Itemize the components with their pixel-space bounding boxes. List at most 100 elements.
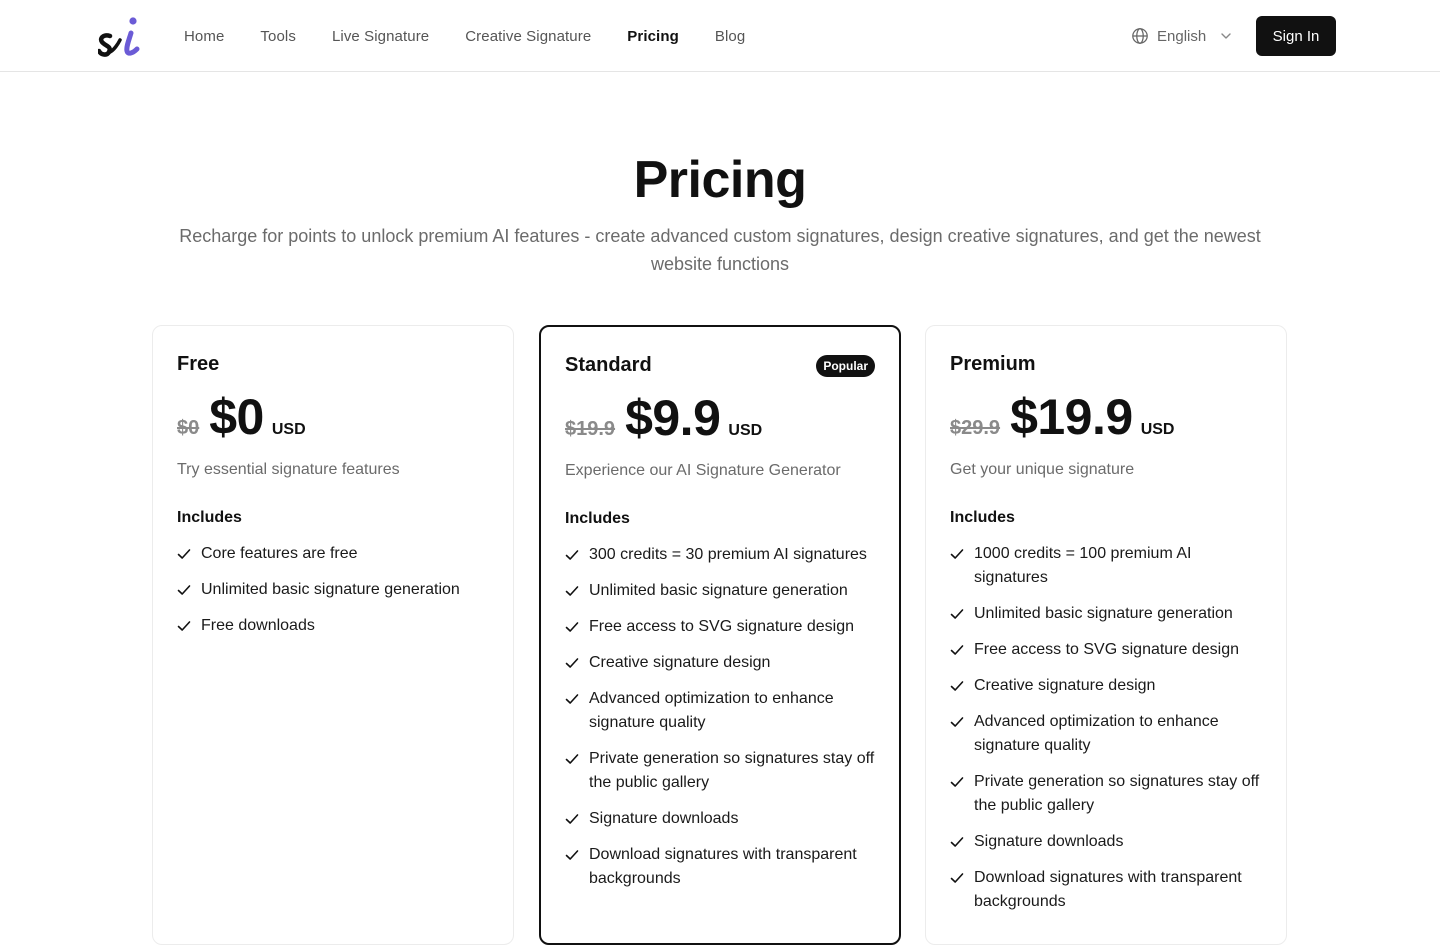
old-price: $19.9 — [565, 418, 616, 440]
check-icon — [565, 550, 579, 560]
price-row: $0 $0 USD — [177, 388, 306, 446]
check-icon — [565, 622, 579, 632]
plan-description: Try essential signature features — [177, 461, 400, 478]
check-icon — [565, 850, 579, 860]
old-price: $29.9 — [950, 417, 1001, 439]
plan-name: Standard — [565, 354, 652, 376]
nav-tools[interactable]: Tools — [260, 28, 296, 45]
feature-item: Unlimited basic signature generation — [565, 579, 875, 603]
feature-item: Signature downloads — [565, 807, 875, 831]
includes-heading: Includes — [950, 509, 1015, 526]
check-icon — [565, 814, 579, 824]
feature-list: 300 credits = 30 premium AI signatures Un… — [565, 543, 875, 903]
feature-item: Free access to SVG signature design — [565, 615, 875, 639]
check-icon — [950, 777, 964, 787]
feature-item: Free access to SVG signature design — [950, 638, 1262, 662]
language-label: English — [1157, 27, 1207, 45]
plan-card-standard: Standard Popular $19.9 $9.9 USD Experien… — [539, 325, 901, 945]
check-icon — [565, 754, 579, 764]
page-title: Pricing — [633, 151, 807, 209]
site-header: Home Tools Live Signature Creative Signa… — [0, 0, 1440, 72]
feature-item: Download signatures with transparent bac… — [565, 843, 875, 891]
feature-text: Unlimited basic signature generation — [974, 605, 1233, 622]
feature-item: Advanced optimization to enhance signatu… — [565, 687, 875, 735]
feature-text: Download signatures with transparent bac… — [974, 869, 1242, 910]
check-icon — [950, 609, 964, 619]
check-icon — [177, 549, 191, 559]
plan-name: Premium — [950, 353, 1036, 375]
currency: USD — [1140, 421, 1175, 438]
feature-text: Core features are free — [201, 545, 358, 562]
currency: USD — [271, 421, 306, 438]
feature-item: Private generation so signatures stay of… — [950, 770, 1262, 818]
check-icon — [565, 586, 579, 596]
plan-name: Free — [177, 353, 220, 375]
si-logo-icon[interactable] — [96, 14, 144, 58]
includes-heading: Includes — [177, 509, 242, 526]
language-selector[interactable]: English — [1131, 24, 1232, 48]
check-icon — [565, 658, 579, 668]
check-icon — [950, 549, 964, 559]
feature-item: Signature downloads — [950, 830, 1262, 854]
feature-text: Free downloads — [201, 617, 315, 634]
currency: USD — [728, 422, 763, 439]
sign-in-button[interactable]: Sign In — [1256, 16, 1336, 56]
feature-text: Signature downloads — [589, 810, 739, 827]
check-icon — [950, 873, 964, 883]
feature-text: Unlimited basic signature generation — [589, 582, 848, 599]
nav-pricing[interactable]: Pricing — [627, 28, 679, 45]
price-row: $19.9 $9.9 USD — [565, 389, 762, 447]
feature-item: Advanced optimization to enhance signatu… — [950, 710, 1262, 758]
plan-description: Get your unique signature — [950, 461, 1135, 478]
check-icon — [950, 645, 964, 655]
feature-text: 300 credits = 30 premium AI signatures — [589, 546, 867, 563]
includes-heading: Includes — [565, 510, 630, 527]
feature-text: Private generation so signatures stay of… — [589, 750, 875, 791]
feature-text: Download signatures with transparent bac… — [589, 846, 857, 887]
feature-item: Core features are free — [177, 542, 489, 566]
feature-item: Creative signature design — [565, 651, 875, 675]
old-price: $0 — [177, 417, 200, 439]
globe-icon — [1132, 28, 1148, 44]
check-icon — [950, 717, 964, 727]
nav-creative-signature[interactable]: Creative Signature — [465, 28, 591, 45]
nav-blog[interactable]: Blog — [715, 28, 745, 45]
chevron-down-icon — [1221, 33, 1231, 39]
feature-text: Free access to SVG signature design — [974, 641, 1240, 658]
check-icon — [177, 621, 191, 631]
plan-description: Experience our AI Signature Generator — [565, 462, 841, 479]
feature-item: Free downloads — [177, 614, 489, 638]
check-icon — [565, 694, 579, 704]
popular-badge: Popular — [816, 355, 875, 377]
feature-text: 1000 credits = 100 premium AI signatures — [974, 545, 1192, 586]
feature-list: Core features are free Unlimited basic si… — [177, 542, 489, 650]
feature-item: Unlimited basic signature generation — [950, 602, 1262, 626]
feature-text: Private generation so signatures stay of… — [974, 773, 1260, 814]
plan-card-free: Free $0 $0 USD Try essential signature f… — [152, 325, 514, 945]
feature-text: Free access to SVG signature design — [589, 618, 855, 635]
feature-item: Download signatures with transparent bac… — [950, 866, 1262, 914]
plan-price: $0 — [209, 389, 264, 445]
feature-text: Unlimited basic signature generation — [201, 581, 460, 598]
feature-list: 1000 credits = 100 premium AI signatures… — [950, 542, 1262, 926]
feature-text: Advanced optimization to enhance signatu… — [974, 713, 1219, 754]
plan-card-premium: Premium $29.9 $19.9 USD Get your unique … — [925, 325, 1287, 945]
nav-home[interactable]: Home — [184, 28, 224, 45]
feature-text: Creative signature design — [589, 654, 771, 671]
check-icon — [950, 681, 964, 691]
page-subtitle: Recharge for points to unlock premium AI… — [179, 226, 1261, 274]
feature-text: Signature downloads — [974, 833, 1124, 850]
feature-item: 1000 credits = 100 premium AI signatures — [950, 542, 1262, 590]
feature-text: Creative signature design — [974, 677, 1156, 694]
nav-live-signature[interactable]: Live Signature — [332, 28, 429, 45]
check-icon — [177, 585, 191, 595]
feature-item: 300 credits = 30 premium AI signatures — [565, 543, 875, 567]
price-row: $29.9 $19.9 USD — [950, 388, 1174, 446]
main-nav: Home Tools Live Signature Creative Signa… — [184, 0, 745, 72]
feature-text: Advanced optimization to enhance signatu… — [589, 690, 834, 731]
plan-price: $19.9 — [1010, 389, 1133, 445]
feature-item: Private generation so signatures stay of… — [565, 747, 875, 795]
check-icon — [950, 837, 964, 847]
feature-item: Unlimited basic signature generation — [177, 578, 489, 602]
plan-price: $9.9 — [625, 390, 721, 446]
